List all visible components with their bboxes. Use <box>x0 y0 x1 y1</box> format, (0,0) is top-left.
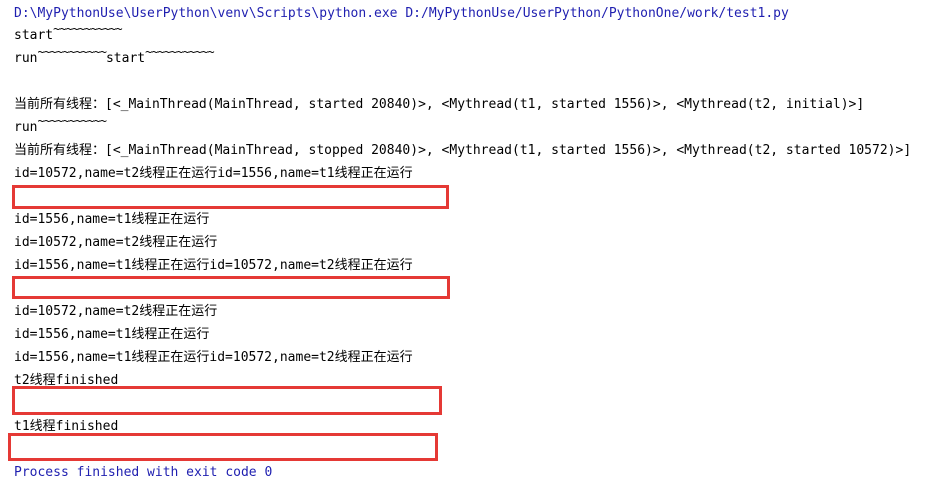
output-line-start: start~~~~~~~~~~~ <box>14 22 123 44</box>
start-text: start <box>14 28 54 43</box>
highlight-box <box>12 276 450 299</box>
output-line: id=1556,name=t1线程正在运行id=10572,name=t2线程正… <box>14 258 413 273</box>
exit-code-line: Process finished with exit code 0 <box>14 465 273 480</box>
output-line-run-start: run~~~~~~~~~~~start~~~~~~~~~~~ <box>14 45 215 67</box>
highlight-box <box>12 386 442 415</box>
highlight-box <box>8 433 438 461</box>
command-line: D:\MyPythonUse\UserPython\venv\Scripts\p… <box>14 6 789 21</box>
output-line: id=1556,name=t1线程正在运行id=10572,name=t2线程正… <box>14 350 413 365</box>
run-text: run <box>14 51 38 66</box>
output-line-threads-2: 当前所有线程：[<_MainThread(MainThread, stopped… <box>14 143 912 158</box>
output-line: id=10572,name=t2线程正在运行 <box>14 304 218 319</box>
tilde-text: ~~~~~~~~~~~ <box>37 114 106 128</box>
highlight-box <box>12 185 449 209</box>
output-line-threads-1: 当前所有线程：[<_MainThread(MainThread, started… <box>14 97 865 112</box>
output-line: id=1556,name=t1线程正在运行 <box>14 327 210 342</box>
tilde-text: ~~~~~~~~~~~ <box>145 45 214 59</box>
tilde-text: ~~~~~~~~~~~ <box>37 45 106 59</box>
run-console-output: D:\MyPythonUse\UserPython\venv\Scripts\p… <box>0 0 949 484</box>
output-line: id=1556,name=t1线程正在运行 <box>14 212 210 227</box>
tilde-text: ~~~~~~~~~~~ <box>53 22 122 36</box>
output-line: id=10572,name=t2线程正在运行 <box>14 235 218 250</box>
start-text: start <box>105 51 146 66</box>
output-line-run: run~~~~~~~~~~~ <box>14 114 107 136</box>
output-line: id=10572,name=t2线程正在运行id=1556,name=t1线程正… <box>14 166 413 181</box>
run-text: run <box>14 120 38 135</box>
